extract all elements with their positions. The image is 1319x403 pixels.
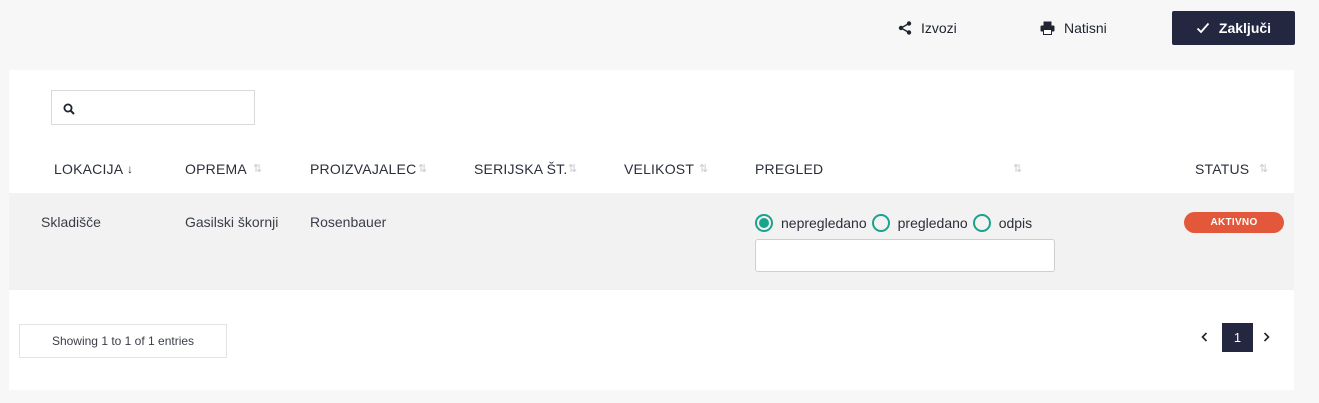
- radio-label-pregledano: pregledano: [897, 215, 968, 231]
- print-button[interactable]: Natisni: [1040, 11, 1107, 45]
- radio-label-odpis: odpis: [998, 215, 1033, 231]
- column-header-status[interactable]: STATUS: [1195, 160, 1249, 178]
- pagination-next-button[interactable]: [1256, 323, 1276, 352]
- equipment-table-panel: LOKACIJA ↓ OPREMA ⇅ PROIZVAJALEC ⇅ SERIJ…: [9, 70, 1294, 390]
- search-icon: [63, 102, 75, 120]
- cell-lokacija: Skladišče: [41, 214, 101, 230]
- chevron-right-icon: [1263, 329, 1270, 347]
- share-icon: [898, 21, 912, 35]
- column-header-velikost[interactable]: VELIKOST: [624, 160, 694, 178]
- sort-desc-icon[interactable]: ↓: [127, 162, 133, 176]
- column-header-lokacija[interactable]: LOKACIJA: [54, 160, 123, 178]
- pregled-radio-group: nepregledano pregledano odpis: [755, 214, 1037, 232]
- column-header-serijska[interactable]: SERIJSKA ŠT.: [474, 160, 567, 178]
- sort-both-icon[interactable]: ⇅: [1259, 162, 1268, 175]
- pagination-prev-button[interactable]: [1194, 323, 1214, 352]
- sort-both-icon[interactable]: ⇅: [568, 162, 577, 175]
- status-badge: AKTIVNO: [1184, 212, 1284, 233]
- cell-proizvajalec: Rosenbauer: [310, 214, 387, 230]
- column-header-pregled[interactable]: PREGLED: [755, 160, 823, 178]
- print-label: Natisni: [1064, 20, 1107, 36]
- check-icon: [1196, 22, 1210, 34]
- sort-both-icon[interactable]: ⇅: [1013, 162, 1022, 175]
- column-header-proizvajalec[interactable]: PROIZVAJALEC: [310, 160, 416, 178]
- printer-icon: [1040, 21, 1055, 35]
- cell-oprema: Gasilski škornji: [185, 214, 279, 230]
- toolbar: Izvozi Natisni Zaključi: [0, 0, 1319, 70]
- radio-selected-dot: [759, 218, 769, 228]
- export-label: Izvozi: [921, 20, 957, 36]
- sort-both-icon[interactable]: ⇅: [418, 162, 427, 175]
- sort-both-icon[interactable]: ⇅: [253, 162, 262, 175]
- radio-nepregledano[interactable]: [755, 214, 773, 232]
- chevron-left-icon: [1200, 329, 1208, 347]
- sort-both-icon[interactable]: ⇅: [699, 162, 708, 175]
- pregled-note-input[interactable]: [755, 239, 1055, 272]
- export-button[interactable]: Izvozi: [898, 11, 957, 45]
- radio-odpis[interactable]: [972, 214, 991, 232]
- search-field[interactable]: [51, 90, 255, 125]
- column-header-oprema[interactable]: OPREMA: [185, 160, 247, 178]
- finish-label: Zaključi: [1218, 20, 1272, 36]
- pagination-page-1[interactable]: 1: [1222, 323, 1253, 352]
- radio-label-nepregledano: nepregledano: [781, 215, 867, 231]
- table-row[interactable]: Skladišče Gasilski škornji Rosenbauer ne…: [9, 193, 1294, 290]
- entries-info: Showing 1 to 1 of 1 entries: [19, 324, 227, 358]
- radio-pregledano[interactable]: [871, 214, 890, 232]
- finish-button[interactable]: Zaključi: [1172, 11, 1295, 45]
